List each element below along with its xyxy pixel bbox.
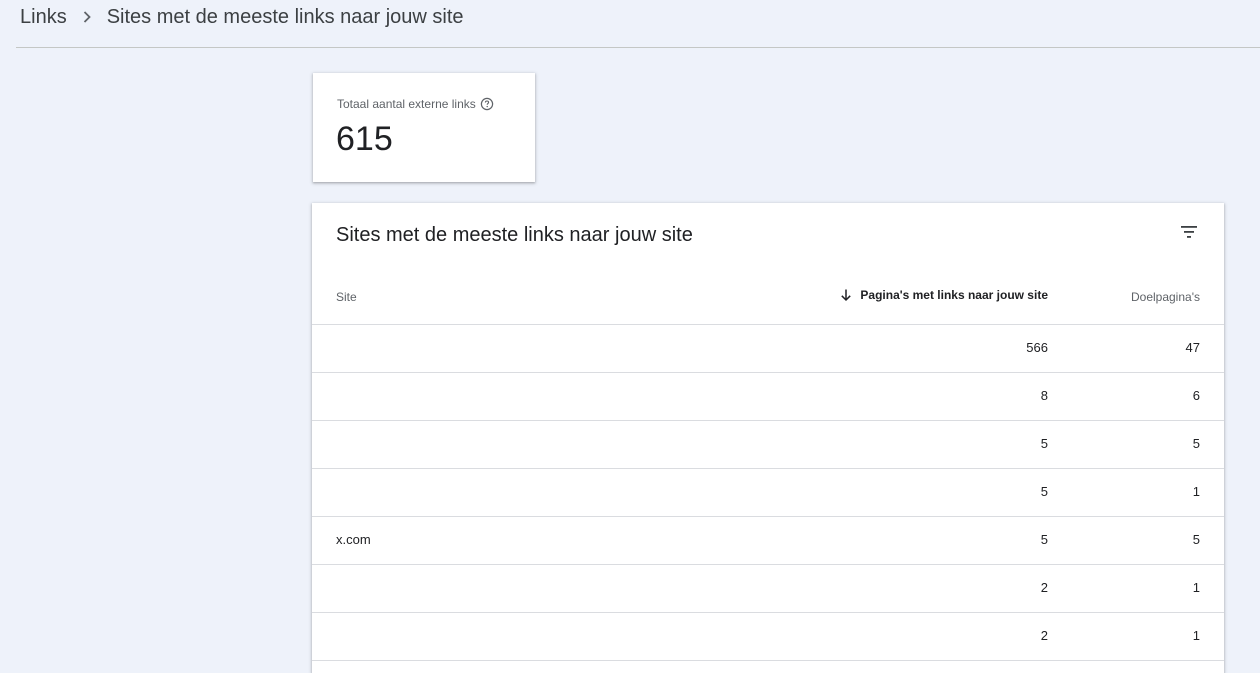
total-label: Totaal aantal externe links [337,97,476,111]
pages-cell: 8 [1040,388,1048,403]
table-title: Sites met de meeste links naar jouw site [336,224,693,246]
targets-cell: 6 [1192,388,1200,403]
targets-cell: 1 [1192,484,1200,499]
pages-cell: 2 [1040,628,1048,643]
targets-cell: 1 [1192,628,1200,643]
breadcrumb: Links Sites met de meeste links naar jou… [20,4,464,30]
targets-cell: 47 [1185,340,1200,355]
table-body: 566 47 8 6 5 5 5 1 x.com 5 5 2 1 2 1 [312,325,1224,661]
filter-button[interactable] [1174,217,1204,247]
total-value: 615 [336,120,393,158]
table-row[interactable]: 2 1 [312,613,1224,661]
breadcrumb-links-link[interactable]: Links [20,6,67,29]
targets-cell: 5 [1192,532,1200,547]
column-header-targets[interactable]: Doelpagina's [1131,290,1200,304]
targets-cell: 1 [1192,580,1200,595]
page-header: Links Sites met de meeste links naar jou… [0,0,1260,48]
table-row[interactable]: 5 5 [312,421,1224,469]
pages-cell: 5 [1040,436,1048,451]
chevron-right-icon [77,7,97,27]
page-title: Sites met de meeste links naar jouw site [106,5,464,28]
pages-cell: 2 [1040,580,1048,595]
help-circle-icon[interactable] [480,97,494,111]
column-header-pages-label: Pagina's met links naar jouw site [860,288,1048,302]
targets-cell: 5 [1192,436,1200,451]
pages-cell: 5 [1040,532,1048,547]
site-cell: x.com [336,532,371,547]
pages-cell: 5 [1040,484,1048,499]
filter-icon [1179,222,1199,242]
referring-sites-table-card: Sites met de meeste links naar jouw site… [312,203,1224,673]
table-row[interactable]: x.com 5 5 [312,517,1224,565]
table-row[interactable]: 5 1 [312,469,1224,517]
arrow-down-icon [839,288,853,302]
total-external-links-card: Totaal aantal externe links 615 [313,73,535,182]
column-header-site[interactable]: Site [336,290,357,304]
column-header-pages[interactable]: Pagina's met links naar jouw site [839,288,1048,302]
header-divider [16,47,1260,48]
table-header-row: Site Pagina's met links naar jouw site D… [312,276,1224,325]
total-label-row: Totaal aantal externe links [337,97,494,111]
table-row[interactable]: 8 6 [312,373,1224,421]
pages-cell: 566 [1026,340,1048,355]
table-row[interactable]: 566 47 [312,325,1224,373]
table-row[interactable]: 2 1 [312,565,1224,613]
